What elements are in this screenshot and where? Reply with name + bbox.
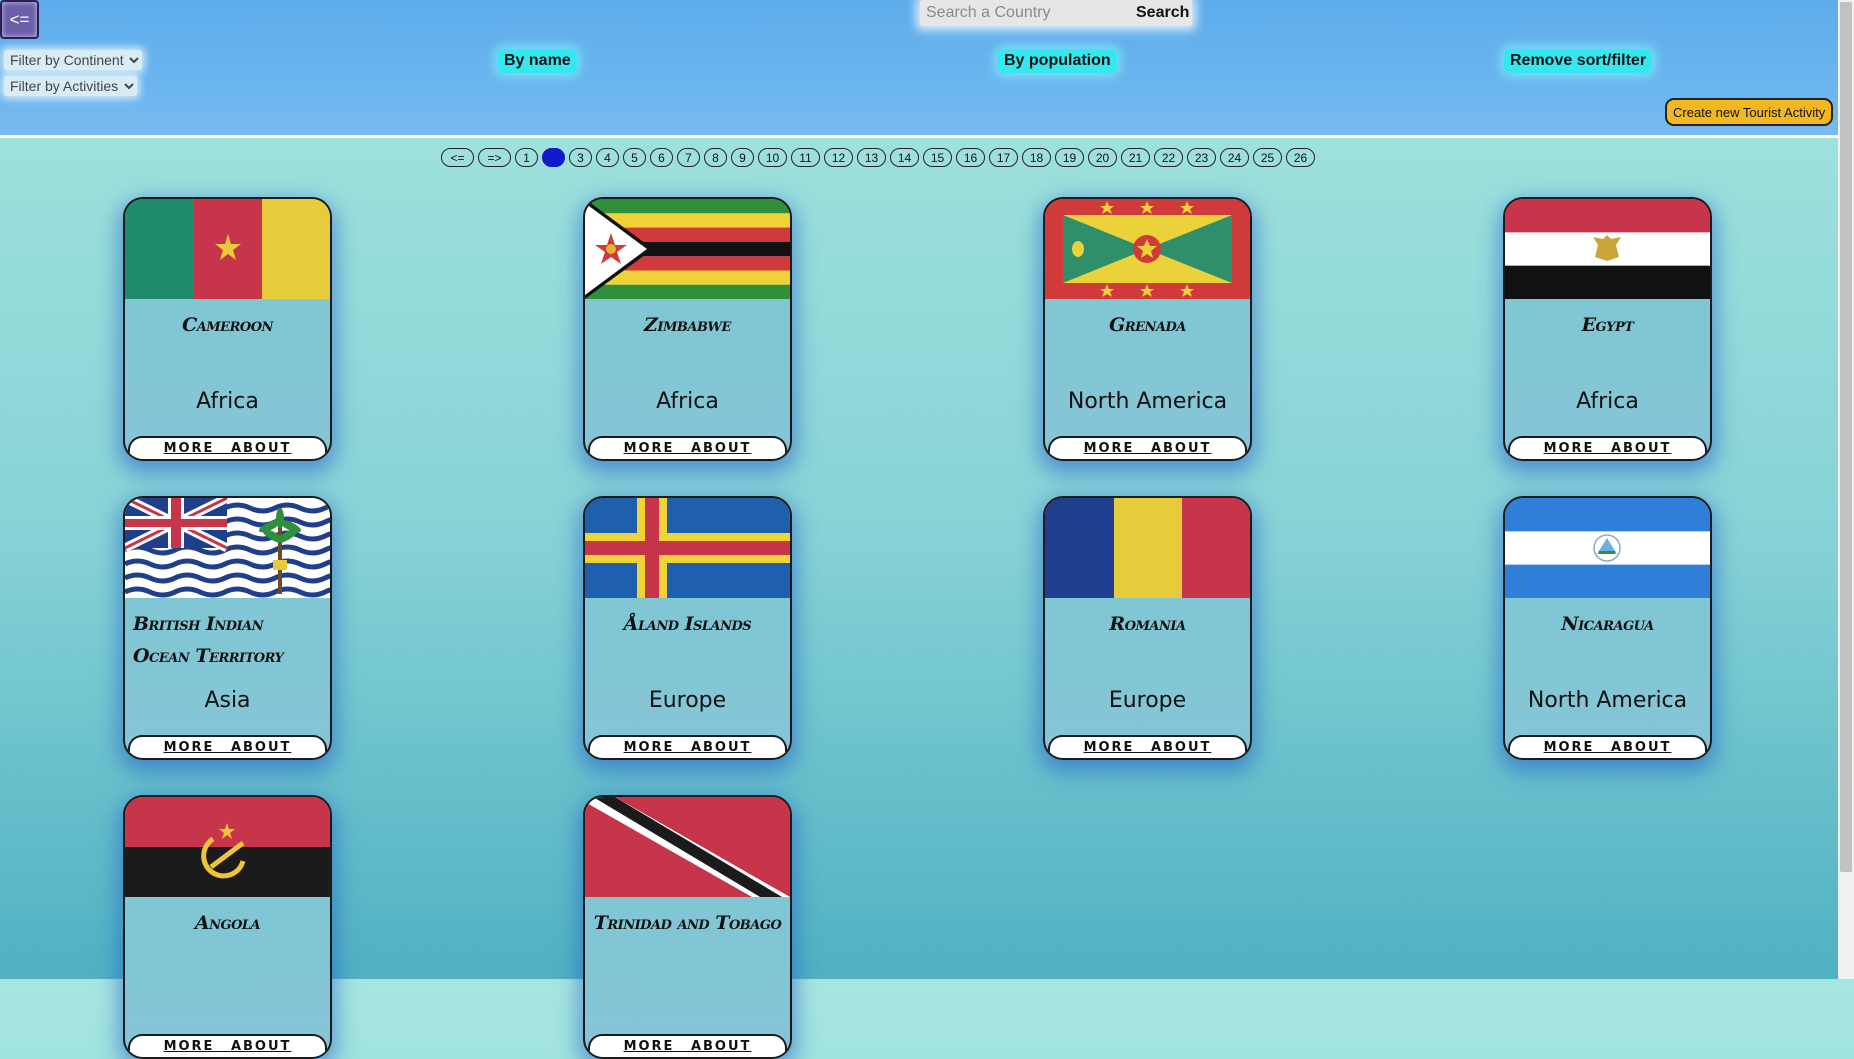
more-about-button[interactable]: MORE ABOUT	[588, 1034, 787, 1057]
country-name: Romania	[1109, 613, 1186, 635]
more-about-button[interactable]: MORE ABOUT	[128, 1034, 327, 1057]
search-input[interactable]	[920, 1, 1132, 25]
prev-page-button[interactable]: <=	[441, 148, 474, 167]
trinidad-flag	[585, 797, 790, 897]
more-about-button[interactable]: MORE ABOUT	[1508, 735, 1707, 758]
country-name: Grenada	[1109, 314, 1186, 336]
country-name: Zimbabwe	[644, 314, 731, 336]
country-card: Cameroon Africa MORE ABOUT	[123, 197, 332, 461]
sort-by-population-button[interactable]: By population	[998, 49, 1117, 73]
page-button[interactable]: 1	[515, 148, 538, 167]
page-button[interactable]: 26	[1286, 148, 1315, 167]
page-button[interactable]: 4	[596, 148, 619, 167]
page-button[interactable]: 5	[623, 148, 646, 167]
sort-by-name-button[interactable]: By name	[498, 49, 577, 73]
page-button[interactable]: 18	[1022, 148, 1051, 167]
page-button[interactable]: 24	[1220, 148, 1249, 167]
country-continent: Europe	[1108, 688, 1187, 713]
angola-flag	[125, 797, 330, 897]
biot-flag	[125, 498, 330, 598]
country-card: Angola MORE ABOUT	[123, 795, 332, 1059]
pagination: <= => 1 2 3 4 5 6 7 8 9 10 11 12 13 14 1…	[441, 148, 1315, 167]
more-about-button[interactable]: MORE ABOUT	[1508, 436, 1707, 459]
grenada-flag	[1045, 199, 1250, 299]
page-button[interactable]: 21	[1121, 148, 1150, 167]
country-continent: North America	[1067, 389, 1228, 414]
page-button[interactable]: 17	[989, 148, 1018, 167]
country-name: Angola	[194, 912, 261, 934]
page-button[interactable]: 10	[758, 148, 787, 167]
country-continent: Asia	[204, 688, 251, 713]
search-button[interactable]: Search	[1132, 4, 1193, 22]
remove-sort-filter-button[interactable]: Remove sort/filter	[1504, 49, 1653, 73]
country-card: Grenada North America MORE ABOUT	[1043, 197, 1252, 461]
country-continent: North America	[1527, 688, 1688, 713]
egypt-flag	[1505, 199, 1710, 299]
page-button[interactable]: 16	[956, 148, 985, 167]
search-bar: Search	[920, 0, 1192, 26]
country-card: Zimbabwe Africa MORE ABOUT	[583, 197, 792, 461]
country-continent: Africa	[656, 389, 719, 414]
country-name: Egypt	[1581, 314, 1634, 336]
page-button-current[interactable]: 2	[542, 148, 565, 167]
page-button[interactable]: 7	[677, 148, 700, 167]
more-about-button[interactable]: MORE ABOUT	[128, 436, 327, 459]
page-button[interactable]: 13	[857, 148, 886, 167]
page-button[interactable]: 8	[704, 148, 727, 167]
more-about-button[interactable]: MORE ABOUT	[128, 735, 327, 758]
country-card: Romania Europe MORE ABOUT	[1043, 496, 1252, 760]
back-button[interactable]: <=	[0, 0, 39, 39]
country-name: Nicaragua	[1561, 613, 1654, 635]
country-card: Åland Islands Europe MORE ABOUT	[583, 496, 792, 760]
page-button[interactable]: 23	[1187, 148, 1216, 167]
country-continent: Africa	[196, 389, 259, 414]
country-card: British Indian Ocean Territory Asia MORE…	[123, 496, 332, 760]
country-name: British Indian Ocean Territory	[133, 613, 284, 667]
filter-activities-select[interactable]: Filter by Activities	[4, 76, 137, 96]
country-name: Cameroon	[182, 314, 273, 336]
page-button[interactable]: 15	[923, 148, 952, 167]
romania-flag	[1045, 498, 1250, 598]
page-button[interactable]: 6	[650, 148, 673, 167]
page-button[interactable]: 12	[824, 148, 853, 167]
country-continent: Europe	[648, 688, 727, 713]
page-button[interactable]: 14	[890, 148, 919, 167]
next-page-button[interactable]: =>	[478, 148, 511, 167]
page-button[interactable]: 11	[791, 148, 820, 167]
page-button[interactable]: 25	[1253, 148, 1282, 167]
filter-continent-select[interactable]: Filter by Continent	[4, 50, 142, 70]
country-name: Åland Islands	[623, 613, 752, 635]
more-about-button[interactable]: MORE ABOUT	[588, 735, 787, 758]
scrollbar-thumb[interactable]	[1840, 2, 1852, 872]
zimbabwe-flag	[585, 199, 790, 299]
page-button[interactable]: 20	[1088, 148, 1117, 167]
create-tourist-activity-button[interactable]: Create new Tourist Activity	[1665, 98, 1834, 126]
page-button[interactable]: 9	[731, 148, 754, 167]
vertical-scrollbar[interactable]	[1838, 0, 1854, 979]
page-button[interactable]: 3	[569, 148, 592, 167]
country-name: Trinidad and Tobago	[593, 912, 782, 934]
page-button[interactable]: 22	[1154, 148, 1183, 167]
filters: Filter by Continent Filter by Activities	[4, 50, 142, 102]
country-card: Egypt Africa MORE ABOUT	[1503, 197, 1712, 461]
aland-flag	[585, 498, 790, 598]
top-bar: <= Search Filter by Continent Filter by …	[0, 0, 1838, 138]
more-about-button[interactable]: MORE ABOUT	[1048, 735, 1247, 758]
page-button[interactable]: 19	[1055, 148, 1084, 167]
country-card: Trinidad and Tobago MORE ABOUT	[583, 795, 792, 1059]
country-continent: Africa	[1576, 389, 1639, 414]
cameroon-flag	[125, 199, 330, 299]
more-about-button[interactable]: MORE ABOUT	[1048, 436, 1247, 459]
nicaragua-flag	[1505, 498, 1710, 598]
country-card: Nicaragua North America MORE ABOUT	[1503, 496, 1712, 760]
more-about-button[interactable]: MORE ABOUT	[588, 436, 787, 459]
